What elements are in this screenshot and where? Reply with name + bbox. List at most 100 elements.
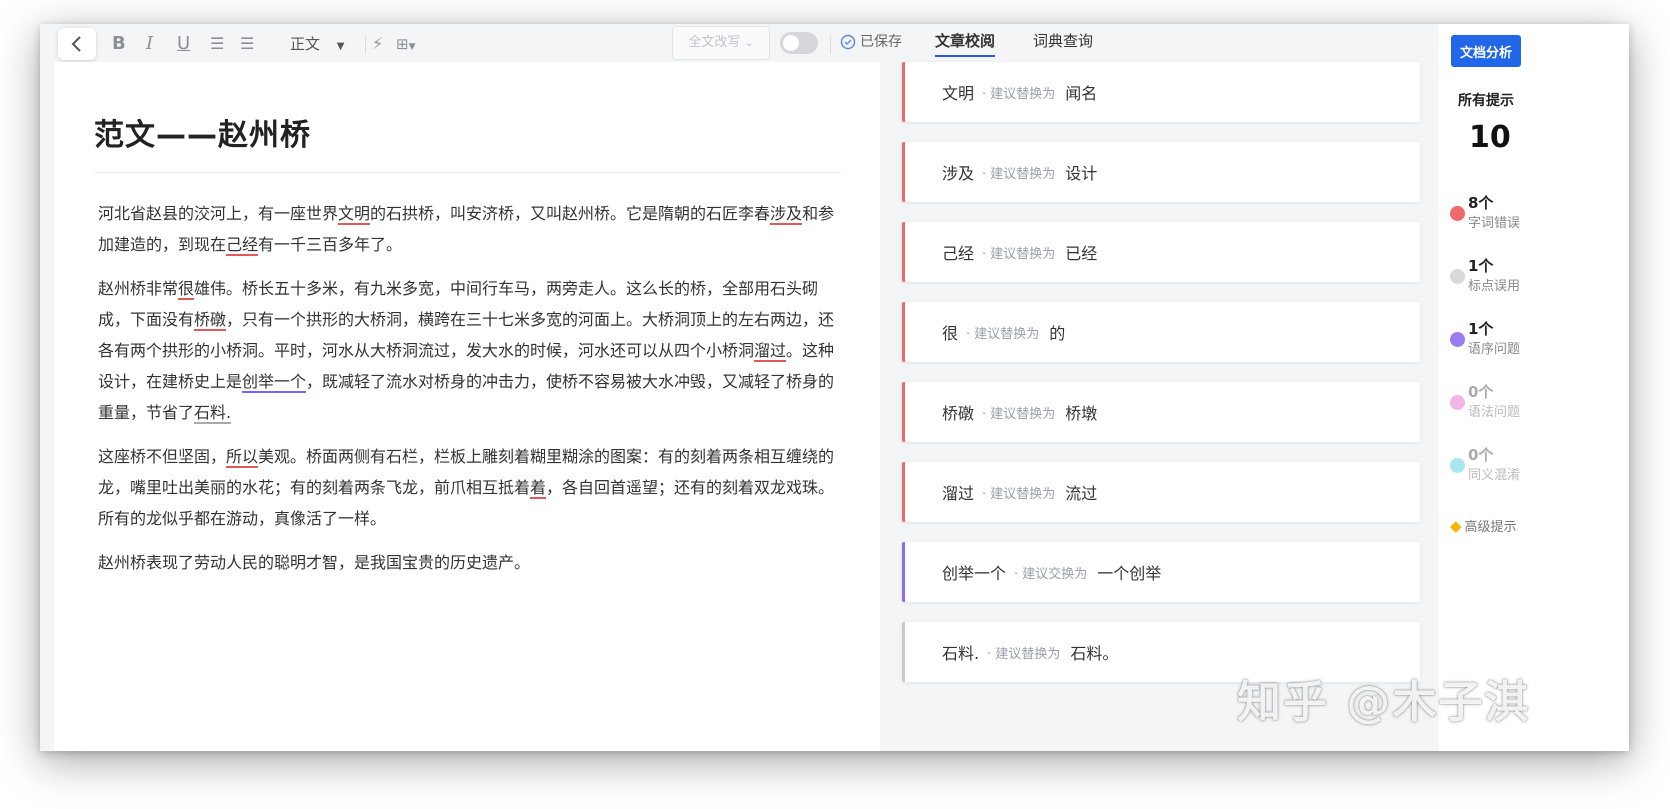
suggestion-replacement[interactable]: 石料。 <box>1070 640 1118 664</box>
tab-article-review[interactable]: 文章校阅 <box>935 30 996 57</box>
suggestion-hint: · 建议替换为 <box>966 326 1040 342</box>
suggestion-hint: · 建议交换为 <box>1014 566 1088 582</box>
suggestion-card[interactable]: 涉及 · 建议替换为 设计 <box>902 142 1420 202</box>
category-dot-icon <box>1450 458 1465 473</box>
hint-category[interactable]: 8个字词错误 <box>1450 192 1540 236</box>
review-tabs: 文章校阅 词典查询 <box>935 30 1093 57</box>
suggestion-replacement[interactable]: 一个创举 <box>1097 560 1161 584</box>
watermark: 知乎 @木子淇 <box>1237 677 1531 728</box>
lightning-icon[interactable]: ⚡ <box>372 32 383 56</box>
suggestion-card[interactable]: 创举一个 · 建议交换为 一个创举 <box>902 542 1420 602</box>
rewrite-toggle[interactable] <box>780 32 818 54</box>
italic-icon[interactable]: I <box>146 32 153 56</box>
text-segment: 的石拱桥，叫安济桥，又叫赵州桥。它是隋朝的石匠李春 <box>370 204 771 223</box>
category-count: 0个 <box>1468 383 1494 401</box>
caret-down-icon: ▼ <box>336 41 345 52</box>
flagged-word[interactable]: 所以 <box>226 447 259 468</box>
category-label: 字词错误 <box>1468 216 1521 231</box>
suggestion-replacement[interactable]: 闻名 <box>1065 80 1097 104</box>
suggestion-hint: · 建议替换为 <box>982 486 1056 502</box>
document-paragraph[interactable]: 赵州桥非常很雄伟。桥长五十多米，有九米多宽，中间行车马，两旁走人。这么长的桥，全… <box>98 273 838 428</box>
suggestion-original: 创举一个 <box>942 564 1007 583</box>
suggestion-original: 溜过 <box>942 484 975 503</box>
suggestion-card[interactable]: 文明 · 建议替换为 闻名 <box>902 62 1420 122</box>
suggestion-hint: · 建议替换为 <box>982 406 1056 422</box>
category-label: 语序问题 <box>1468 342 1521 357</box>
suggestion-hint: · 建议替换为 <box>982 86 1056 102</box>
text-segment: 这座桥不但坚固， <box>98 447 227 466</box>
suggestion-card[interactable]: 己经 · 建议替换为 已经 <box>902 222 1420 282</box>
flagged-word[interactable]: 文明 <box>338 204 371 225</box>
underline-icon[interactable]: U <box>177 32 190 56</box>
suggestion-hint: · 建议替换为 <box>987 646 1061 662</box>
flagged-word[interactable]: 桥礅 <box>194 310 227 331</box>
flagged-word[interactable]: 石料. <box>194 403 232 424</box>
text-segment: 有一千三百多年了。 <box>258 235 403 254</box>
bullet-list-icon[interactable]: ☰ <box>240 32 254 56</box>
flagged-word[interactable]: 很 <box>178 279 195 300</box>
flagged-word[interactable]: 己经 <box>226 235 259 256</box>
suggestion-original: 石料. <box>942 644 980 663</box>
category-count: 1个 <box>1468 257 1494 275</box>
format-icon[interactable]: ⊞▼ <box>396 32 416 59</box>
rewrite-select[interactable]: 全文改写 ⌄ <box>672 26 770 60</box>
text-segment: 赵州桥非常 <box>98 279 179 298</box>
save-status: 已保存 <box>840 30 902 54</box>
diamond-icon: ◆ <box>1450 516 1462 535</box>
category-count: 8个 <box>1468 194 1494 212</box>
suggestion-replacement[interactable]: 已经 <box>1065 240 1097 264</box>
toolbar-divider <box>365 36 366 54</box>
document-paragraph[interactable]: 赵州桥表现了劳动人民的聪明才智，是我国宝贵的历史遗产。 <box>98 547 838 578</box>
hint-category[interactable]: 1个标点误用 <box>1450 255 1540 299</box>
bold-icon[interactable]: B <box>112 32 126 56</box>
check-circle-icon <box>840 34 856 50</box>
premium-hints[interactable]: ◆ 高级提示 <box>1450 516 1517 536</box>
suggestion-card[interactable]: 桥礅 · 建议替换为 桥墩 <box>902 382 1420 442</box>
suggestion-replacement[interactable]: 的 <box>1049 320 1065 344</box>
suggestion-card[interactable]: 溜过 · 建议替换为 流过 <box>902 462 1420 522</box>
document-paragraph[interactable]: 河北省赵县的洨河上，有一座世界文明的石拱桥，叫安济桥，又叫赵州桥。它是隋朝的石匠… <box>98 198 838 260</box>
document-paragraph[interactable]: 这座桥不但坚固，所以美观。桥面两侧有石栏，栏板上雕刻着糊里糊涂的图案：有的刻着两… <box>98 441 838 534</box>
editor-toolbar: B I U ☰ ☰ 正文 ▼ ⚡ ⊞▼ 全文改写 ⌄ 已保存 <box>40 24 940 64</box>
hint-category[interactable]: 0个语法问题 <box>1450 381 1540 425</box>
category-label: 标点误用 <box>1468 279 1521 294</box>
premium-hints-label: 高级提示 <box>1464 520 1517 535</box>
flagged-word[interactable]: 着 <box>530 478 547 499</box>
text-segment: 赵州桥表现了劳动人民的聪明才智，是我国宝贵的历史遗产。 <box>98 553 531 572</box>
category-label: 语法问题 <box>1468 405 1521 420</box>
suggestion-replacement[interactable]: 设计 <box>1065 160 1097 184</box>
rewrite-label: 全文改写 <box>688 35 741 50</box>
suggestion-original: 桥礅 <box>942 404 975 423</box>
style-select[interactable]: 正文 ▼ <box>290 32 345 59</box>
suggestion-replacement[interactable]: 桥墩 <box>1065 400 1097 424</box>
suggestion-replacement[interactable]: 流过 <box>1065 480 1097 504</box>
hint-category[interactable]: 1个 语序问题 <box>1450 318 1540 362</box>
suggestion-original: 文明 <box>942 84 975 103</box>
chevron-left-icon <box>71 36 81 52</box>
suggestion-original: 己经 <box>942 244 975 263</box>
category-count: 0个 <box>1468 446 1494 464</box>
back-button[interactable] <box>58 28 96 60</box>
toolbar-divider <box>830 36 831 54</box>
document-editor[interactable]: 范文——赵州桥 河北省赵县的洨河上，有一座世界文明的石拱桥，叫安济桥，又叫赵州桥… <box>54 62 880 751</box>
saved-label: 已保存 <box>860 34 902 50</box>
tab-dictionary[interactable]: 词典查询 <box>1033 30 1093 57</box>
category-dot-icon <box>1450 332 1465 347</box>
suggestion-list: 文明 · 建议替换为 闻名 涉及 · 建议替换为 设计 己经 · 建议替换为 已经很 · 建议替换… <box>902 62 1420 702</box>
analysis-sidebar: 文档分析 所有提示 10 8个 字词错误 1个 标点误用 1个 语序问题 0个 语法问题 0个同… <box>1439 24 1629 751</box>
app-window: B I U ☰ ☰ 正文 ▼ ⚡ ⊞▼ 全文改写 ⌄ 已保存 范文——赵州桥 河… <box>40 24 1629 751</box>
flagged-word[interactable]: 溜过 <box>754 341 787 362</box>
ordered-list-icon[interactable]: ☰ <box>210 32 224 56</box>
document-body[interactable]: 河北省赵县的洨河上，有一座世界文明的石拱桥，叫安济桥，又叫赵州桥。它是隋朝的石匠… <box>98 198 838 591</box>
flagged-word[interactable]: 涉及 <box>770 204 803 225</box>
suggestion-original: 很 <box>942 324 959 343</box>
analyze-button[interactable]: 文档分析 <box>1451 35 1521 67</box>
all-hints-label: 所有提示 <box>1458 93 1514 109</box>
flagged-word[interactable]: 创举一个 <box>242 372 307 393</box>
suggestion-card[interactable]: 很 · 建议替换为的 <box>902 302 1420 362</box>
suggestion-hint: · 建议替换为 <box>982 166 1056 182</box>
document-title[interactable]: 范文——赵州桥 <box>94 110 311 154</box>
title-divider <box>94 172 841 173</box>
chevron-down-icon: ⌄ <box>744 36 754 49</box>
hint-category[interactable]: 0个 同义混淆 <box>1450 444 1540 488</box>
